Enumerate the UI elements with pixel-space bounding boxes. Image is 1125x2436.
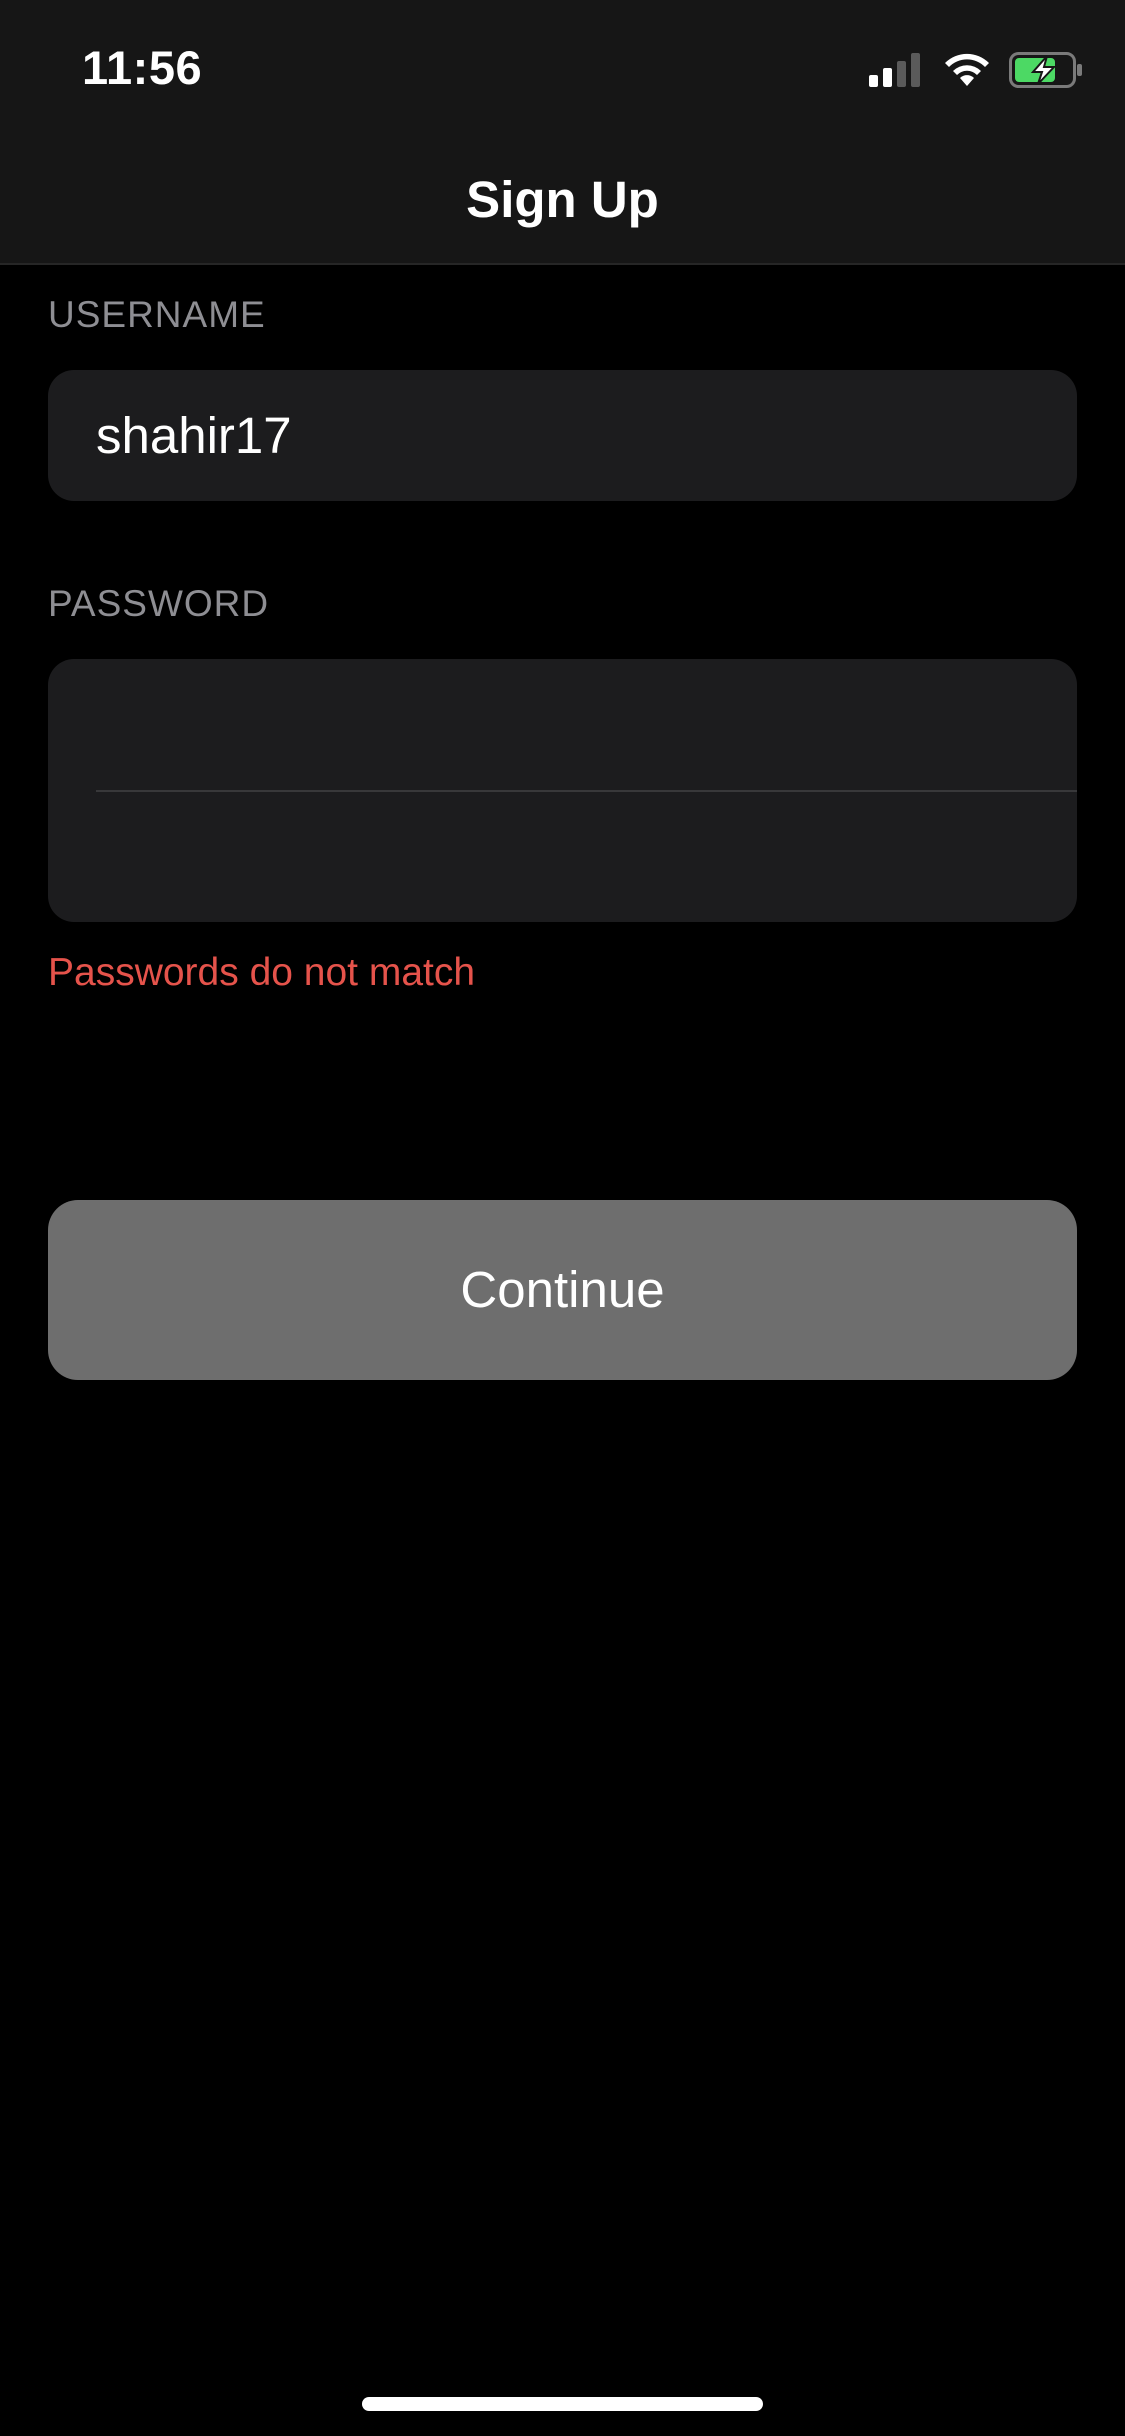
cellular-signal-icon: [869, 53, 920, 87]
wifi-icon: [945, 53, 989, 86]
status-time: 11:56: [82, 41, 203, 94]
battery-charging-icon: [1009, 52, 1082, 88]
password-label: PASSWORD: [48, 583, 270, 624]
navigation-bar: Sign Up: [0, 140, 1125, 265]
continue-button[interactable]: Continue: [48, 1200, 1077, 1380]
confirm-password-field[interactable]: [96, 792, 1056, 922]
status-bar: 11:56: [0, 0, 1125, 140]
username-field[interactable]: [96, 370, 1056, 501]
password-error-message: Passwords do not match: [48, 951, 476, 994]
username-label: USERNAME: [48, 294, 266, 335]
home-indicator[interactable]: [362, 2397, 763, 2411]
page-title: Sign Up: [466, 171, 659, 228]
password-field-group: [48, 659, 1077, 922]
status-icons: [869, 50, 1083, 90]
username-field-container: [48, 370, 1077, 501]
password-field[interactable]: [96, 659, 1056, 789]
